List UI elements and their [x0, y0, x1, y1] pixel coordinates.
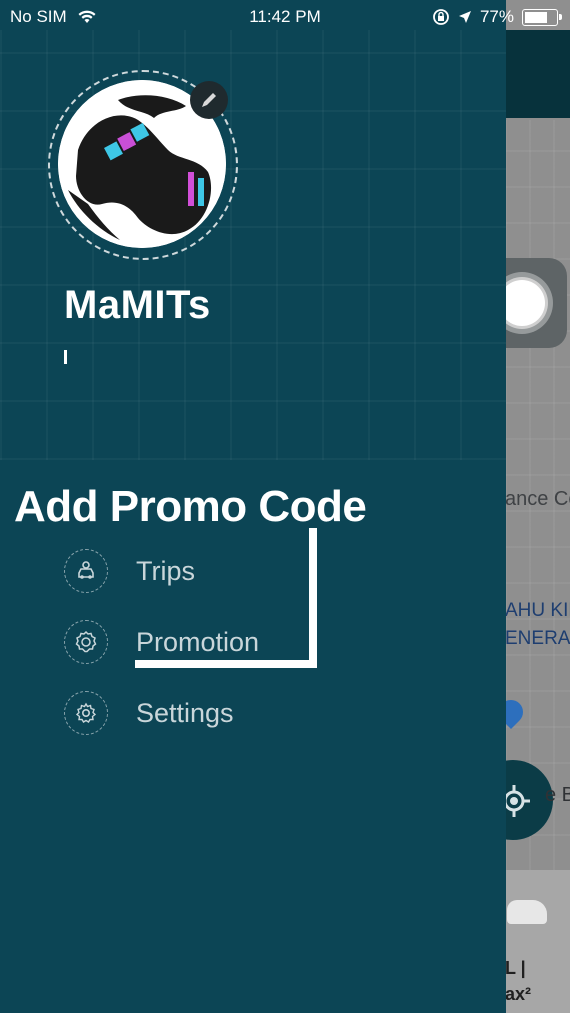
navigation-drawer: MaMITs Add Promo Code Trips Promotion Se…: [0, 0, 506, 1013]
menu-item-settings[interactable]: Settings: [64, 690, 234, 736]
battery-fill: [525, 11, 547, 23]
menu-item-trips[interactable]: Trips: [64, 548, 195, 594]
menu-item-promotion[interactable]: Promotion: [64, 619, 259, 665]
vehicle-card-text: ax²: [505, 984, 532, 1004]
map-label: AHU KIP: [505, 600, 570, 621]
assistive-touch-button[interactable]: [505, 258, 567, 348]
status-bar: No SIM 11:42 PM 77%: [0, 0, 570, 34]
background-map: ance Co AHU KIP ENERAL e B L | ax²: [505, 0, 570, 1013]
subtitle-placeholder: [64, 350, 67, 364]
map-label: ENERAL: [505, 628, 570, 649]
map-top-bar: [505, 30, 570, 118]
battery-percent: 77%: [479, 7, 514, 26]
battery-icon: [522, 8, 562, 26]
pencil-icon: [202, 93, 216, 107]
gear-icon: [64, 691, 108, 735]
annotation-label: Add Promo Code: [14, 482, 367, 531]
menu-item-label: Trips: [136, 555, 195, 586]
map-label: e B: [545, 784, 570, 806]
location-arrow-icon: [458, 11, 471, 23]
username: MaMITs: [64, 283, 211, 327]
menu-item-label: Settings: [136, 697, 234, 728]
vehicle-card-text: L |: [505, 958, 526, 978]
crosshair-icon: [505, 785, 530, 817]
car-icon: [64, 549, 108, 593]
badge-icon: [64, 620, 108, 664]
car-icon: [507, 900, 547, 924]
map-streets: [505, 120, 570, 980]
menu-item-label: Promotion: [136, 626, 260, 657]
annotation-arrow-vertical: [309, 528, 317, 668]
status-right: 77%: [432, 7, 562, 27]
map-label: ance Co: [505, 488, 570, 510]
profile-avatar[interactable]: [48, 70, 238, 260]
rotation-lock-icon: [433, 9, 449, 25]
edit-avatar-button[interactable]: [190, 81, 228, 119]
